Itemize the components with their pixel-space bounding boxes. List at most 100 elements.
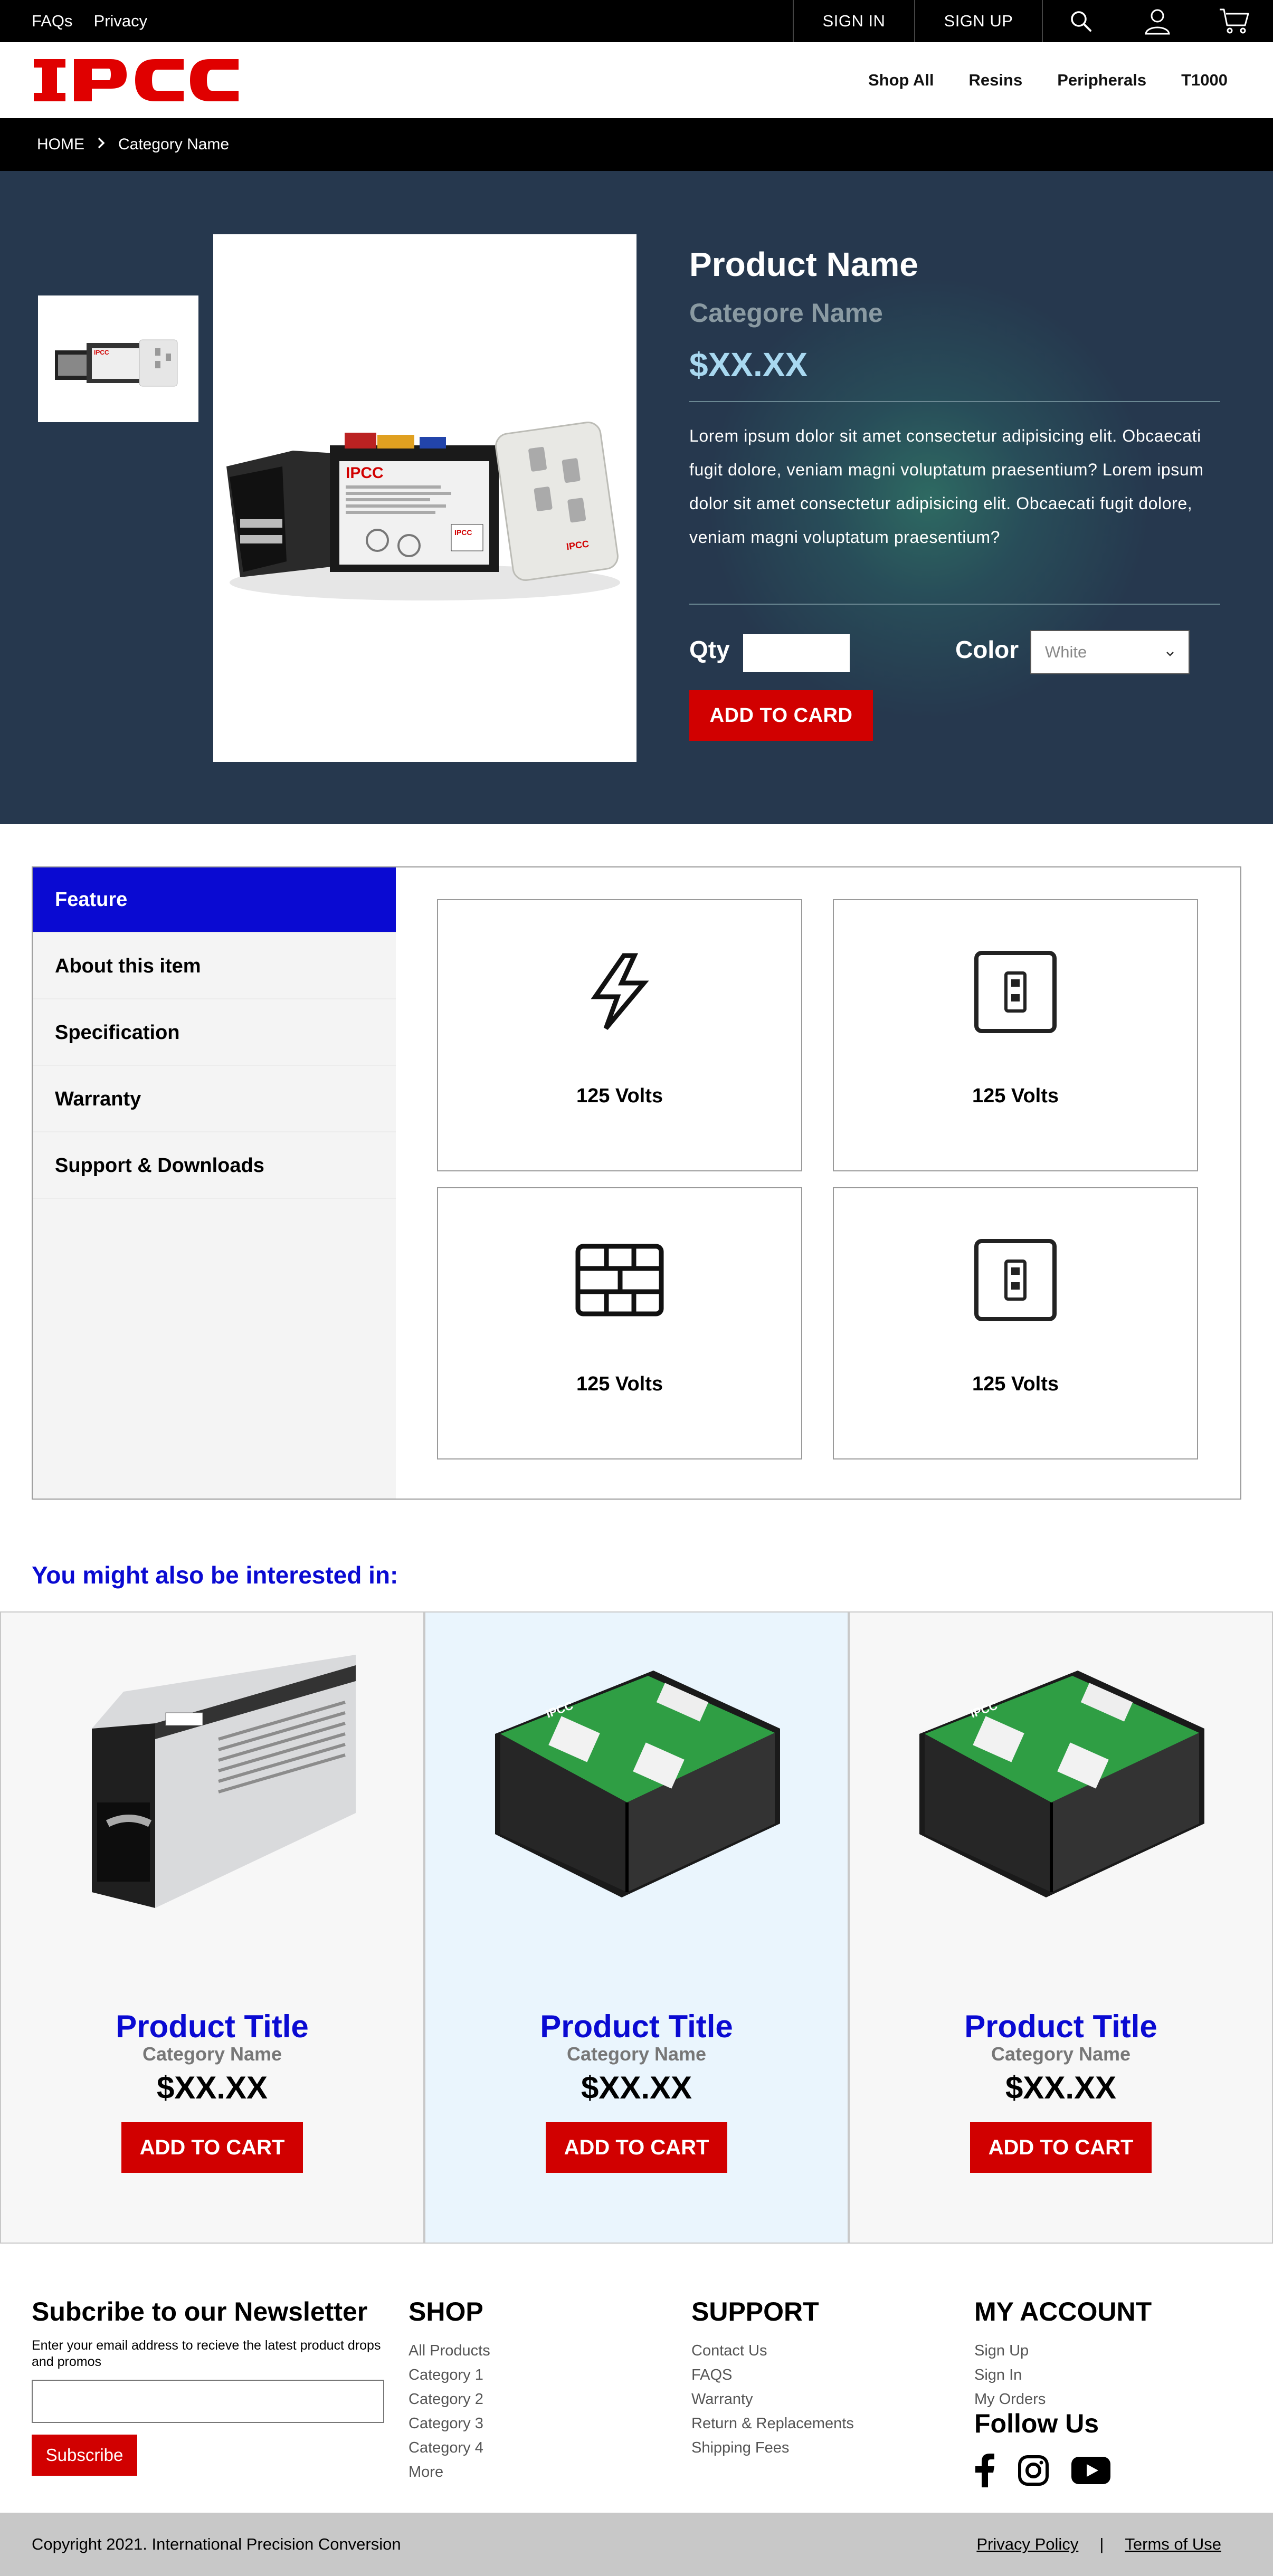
footer-link-category-3[interactable]: Category 3 xyxy=(408,2411,490,2436)
product-card[interactable]: Product Title Category Name $XX.XX ADD T… xyxy=(0,1611,424,2244)
related-products: Product Title Category Name $XX.XX ADD T… xyxy=(0,1611,1273,2244)
legal-separator: | xyxy=(1099,2535,1104,2553)
breadcrumb-home[interactable]: HOME xyxy=(37,136,84,154)
qty-label: Qty xyxy=(689,636,730,663)
footer-shop-title: SHOP xyxy=(408,2297,483,2326)
footer-link-shipping-fees[interactable]: Shipping Fees xyxy=(691,2436,854,2460)
product-card[interactable]: IPCC Product Title Category Name $XX.XX … xyxy=(849,1611,1273,2244)
privacy-link[interactable]: Privacy xyxy=(94,12,148,31)
features-panel: Feature About this item Specification Wa… xyxy=(32,866,1241,1500)
tab-support-downloads[interactable]: Support & Downloads xyxy=(33,1133,396,1199)
product-card-image: IPCC xyxy=(909,1644,1215,1929)
footer-link-warranty[interactable]: Warranty xyxy=(691,2387,854,2411)
footer-support-title: SUPPORT xyxy=(691,2297,819,2326)
product-card-title[interactable]: Product Title xyxy=(425,2008,848,2045)
product-description: Lorem ipsum dolor sit amet consectetur a… xyxy=(689,426,1204,547)
add-to-card-button[interactable]: ADD TO CARD xyxy=(689,690,873,741)
sign-up-button[interactable]: SIGN UP xyxy=(914,0,1042,42)
breadcrumb: HOME Category Name xyxy=(0,118,1273,171)
footer-link-all-products[interactable]: All Products xyxy=(408,2339,490,2363)
facebook-icon[interactable] xyxy=(974,2454,995,2490)
divider xyxy=(689,604,1220,605)
sign-in-button[interactable]: SIGN IN xyxy=(793,0,914,42)
footer-link-returns[interactable]: Return & Replacements xyxy=(691,2411,854,2436)
add-to-cart-button[interactable]: ADD TO CART xyxy=(970,2122,1152,2173)
nav-resins[interactable]: Resins xyxy=(969,71,1023,90)
ipcc-logo[interactable] xyxy=(32,54,239,107)
color-select[interactable]: White xyxy=(1030,630,1190,674)
copyright-text: Copyright 2021. International Precision … xyxy=(32,2535,401,2553)
site-footer: Subcribe to our Newsletter Enter your em… xyxy=(0,2244,1273,2513)
footer-account-column: MY ACCOUNT Sign Up Sign In My Orders xyxy=(974,2296,1152,2411)
terms-of-use-link[interactable]: Terms of Use xyxy=(1125,2535,1221,2554)
footer-support-column: SUPPORT Contact Us FAQS Warranty Return … xyxy=(691,2296,854,2460)
feature-card: 125 Volts xyxy=(833,1187,1198,1459)
newsletter-description: Enter your email address to recieve the … xyxy=(32,2338,381,2369)
main-nav: Shop All Resins Peripherals T1000 xyxy=(868,42,1228,118)
newsletter-email-input[interactable] xyxy=(32,2380,384,2423)
follow-us-title: Follow Us xyxy=(974,2409,1099,2438)
feature-label: 125 Volts xyxy=(576,1373,663,1395)
color-select-value: White xyxy=(1045,643,1087,661)
product-main-image: IPCC IPCC IPCC xyxy=(213,234,636,762)
product-card-title[interactable]: Product Title xyxy=(1,2008,423,2045)
product-card-title[interactable]: Product Title xyxy=(850,2008,1272,2045)
legal-links: Privacy Policy | Terms of Use xyxy=(976,2513,1221,2576)
bottom-bar: Copyright 2021. International Precision … xyxy=(0,2513,1273,2576)
nav-shop-all[interactable]: Shop All xyxy=(868,71,934,90)
tab-specification[interactable]: Specification xyxy=(33,1000,396,1066)
svg-text:IPCC: IPCC xyxy=(94,349,109,356)
instagram-icon[interactable] xyxy=(1018,2455,1049,2489)
nav-t1000[interactable]: T1000 xyxy=(1181,71,1228,90)
subscribe-button[interactable]: Subscribe xyxy=(32,2435,137,2476)
feature-label: 125 Volts xyxy=(972,1373,1059,1395)
footer-shop-column: SHOP All Products Category 1 Category 2 … xyxy=(408,2296,490,2484)
user-icon[interactable] xyxy=(1119,0,1196,42)
footer-link-category-2[interactable]: Category 2 xyxy=(408,2387,490,2411)
feature-label: 125 Volts xyxy=(972,1085,1059,1107)
product-price: $XX.XX xyxy=(689,346,808,384)
features-tabs: Feature About this item Specification Wa… xyxy=(33,867,396,1499)
footer-link-sign-in[interactable]: Sign In xyxy=(974,2363,1152,2387)
product-card-category: Category Name xyxy=(991,2043,1131,2065)
qty-input[interactable] xyxy=(743,634,850,672)
product-card-price: $XX.XX xyxy=(1005,2070,1117,2105)
product-hero: IPCC IPCC IPCC IPCC Product Name Categor… xyxy=(0,171,1273,824)
cart-icon[interactable] xyxy=(1196,0,1273,42)
product-name: Product Name xyxy=(689,245,918,283)
related-heading: You might also be interested in: xyxy=(32,1561,398,1589)
lightning-icon xyxy=(438,948,801,1036)
product-card[interactable]: IPCC Product Title Category Name $XX.XX … xyxy=(424,1611,849,2244)
footer-link-category-4[interactable]: Category 4 xyxy=(408,2436,490,2460)
add-to-cart-button[interactable]: ADD TO CART xyxy=(121,2122,303,2173)
top-actions: SIGN IN SIGN UP xyxy=(793,0,1273,42)
site-header: Shop All Resins Peripherals T1000 xyxy=(0,42,1273,118)
youtube-icon[interactable] xyxy=(1071,2457,1110,2487)
feature-card: 125 Volts xyxy=(833,899,1198,1171)
tab-warranty[interactable]: Warranty xyxy=(33,1067,396,1132)
product-card-image: IPCC xyxy=(484,1644,791,1929)
tab-about-this-item[interactable]: About this item xyxy=(33,934,396,999)
nav-peripherals[interactable]: Peripherals xyxy=(1057,71,1146,90)
divider xyxy=(689,401,1220,402)
product-image-label: IPCC xyxy=(346,464,384,482)
newsletter-title: Subcribe to our Newsletter xyxy=(32,2297,368,2326)
footer-link-category-1[interactable]: Category 1 xyxy=(408,2363,490,2387)
search-icon[interactable] xyxy=(1042,0,1119,42)
product-image-label: IPCC xyxy=(454,528,472,537)
footer-account-title: MY ACCOUNT xyxy=(974,2297,1152,2326)
footer-link-contact-us[interactable]: Contact Us xyxy=(691,2339,854,2363)
privacy-policy-link[interactable]: Privacy Policy xyxy=(976,2535,1078,2554)
footer-link-sign-up[interactable]: Sign Up xyxy=(974,2339,1152,2363)
add-to-cart-button[interactable]: ADD TO CART xyxy=(546,2122,727,2173)
tab-feature[interactable]: Feature xyxy=(33,867,396,933)
firewall-icon xyxy=(438,1236,801,1324)
product-card-price: $XX.XX xyxy=(581,2070,692,2105)
social-links xyxy=(974,2454,1110,2490)
feature-card: 125 Volts xyxy=(437,1187,802,1459)
footer-link-more[interactable]: More xyxy=(408,2460,490,2484)
footer-link-faqs[interactable]: FAQS xyxy=(691,2363,854,2387)
product-thumbnail[interactable]: IPCC xyxy=(38,295,198,422)
top-links: FAQs Privacy xyxy=(32,0,147,42)
faqs-link[interactable]: FAQs xyxy=(32,12,73,31)
